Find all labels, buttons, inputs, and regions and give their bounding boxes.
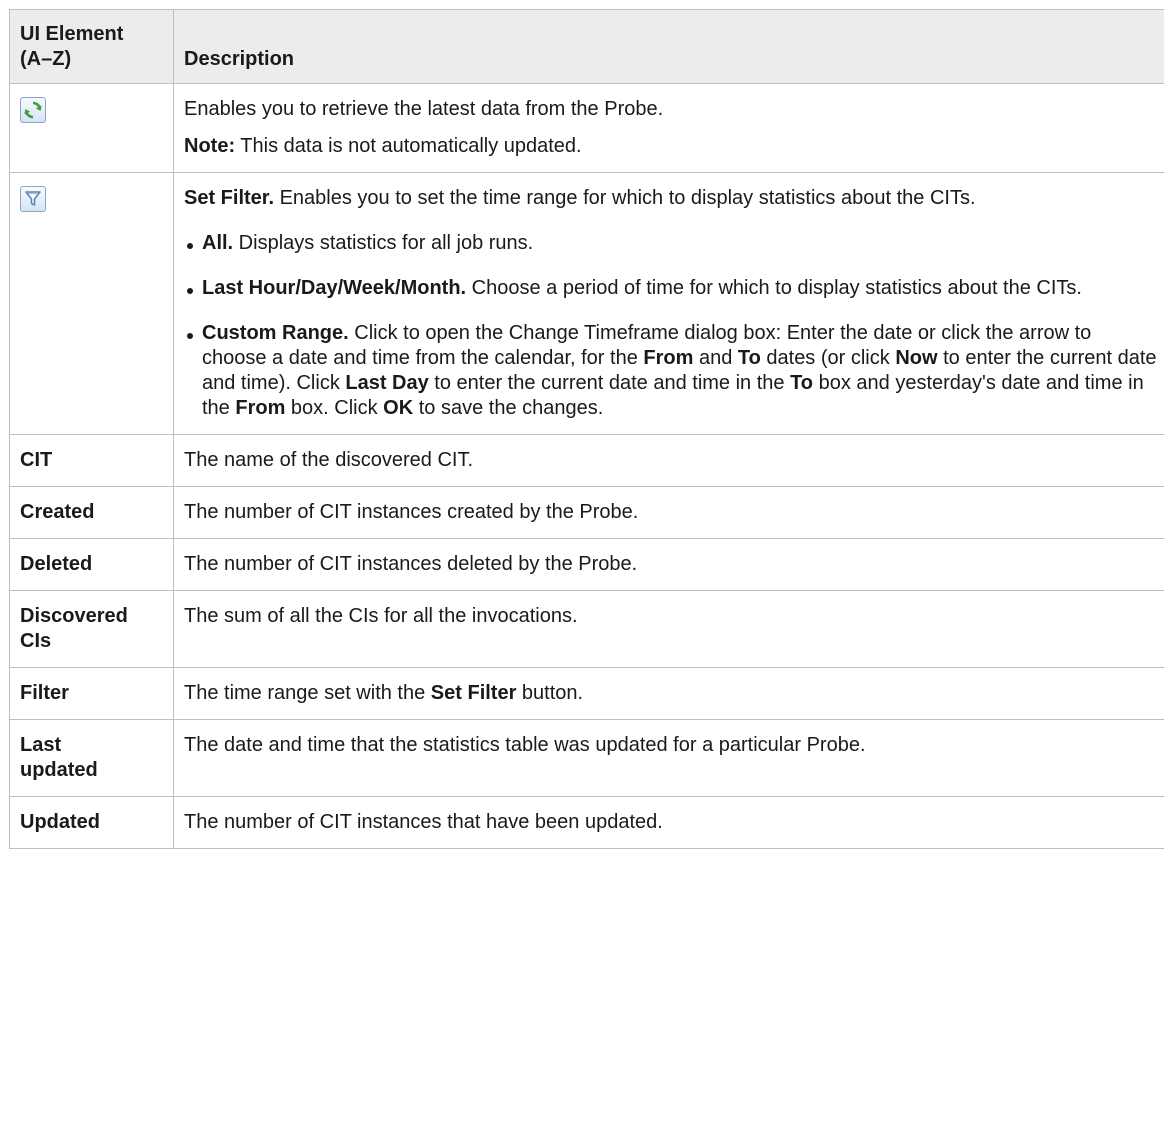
description-cell: The number of CIT instances created by t… [173, 486, 1164, 539]
list-item: All. Displays statistics for all job run… [184, 231, 1158, 256]
filter-icon[interactable] [20, 186, 46, 212]
ui-element-cell: CIT [9, 434, 174, 487]
description-cell: The time range set with the Set Filter b… [173, 667, 1164, 720]
table-header-row: UI Element (A–Z) Description [9, 9, 1164, 84]
description-cell: Enables you to retrieve the latest data … [173, 83, 1164, 173]
table-row: Enables you to retrieve the latest data … [9, 83, 1164, 173]
table-row: Deleted The number of CIT instances dele… [9, 538, 1164, 591]
description-cell: The name of the discovered CIT. [173, 434, 1164, 487]
refresh-note: Note: This data is not automatically upd… [184, 135, 582, 157]
table-row: Updated The number of CIT instances that… [9, 796, 1164, 849]
ui-element-cell: Last updated [9, 719, 174, 797]
table-row: Set Filter. Enables you to set the time … [9, 172, 1164, 435]
table-row: Last updated The date and time that the s… [9, 719, 1164, 797]
ui-element-cell: Updated [9, 796, 174, 849]
list-item: Custom Range. Click to open the Change T… [184, 321, 1158, 421]
header-ui-element: UI Element (A–Z) [9, 9, 174, 84]
ui-element-cell: Deleted [9, 538, 174, 591]
description-cell: Set Filter. Enables you to set the time … [173, 172, 1164, 435]
table-row: Created The number of CIT instances crea… [9, 486, 1164, 539]
ui-element-cell: Filter [9, 667, 174, 720]
ui-element-cell [9, 83, 174, 173]
refresh-description: Enables you to retrieve the latest data … [184, 98, 664, 120]
ui-element-cell [9, 172, 174, 435]
table-row: Filter The time range set with the Set F… [9, 667, 1164, 720]
description-cell: The number of CIT instances deleted by t… [173, 538, 1164, 591]
description-cell: The date and time that the statistics ta… [173, 719, 1164, 797]
table-row: CIT The name of the discovered CIT. [9, 434, 1164, 487]
table-row: Discovered CIs The sum of all the CIs for… [9, 590, 1164, 668]
description-cell: The number of CIT instances that have be… [173, 796, 1164, 849]
filter-options-list: All. Displays statistics for all job run… [184, 231, 1158, 421]
ui-element-cell: Discovered CIs [9, 590, 174, 668]
ui-element-cell: Created [9, 486, 174, 539]
set-filter-description: Set Filter. Enables you to set the time … [184, 187, 976, 209]
list-item: Last Hour/Day/Week/Month. Choose a perio… [184, 276, 1158, 301]
header-description: Description [173, 9, 1164, 84]
refresh-icon[interactable] [20, 97, 46, 123]
ui-elements-table: UI Element (A–Z) Description Enables you… [9, 9, 1164, 849]
description-cell: The sum of all the CIs for all the invoc… [173, 590, 1164, 668]
